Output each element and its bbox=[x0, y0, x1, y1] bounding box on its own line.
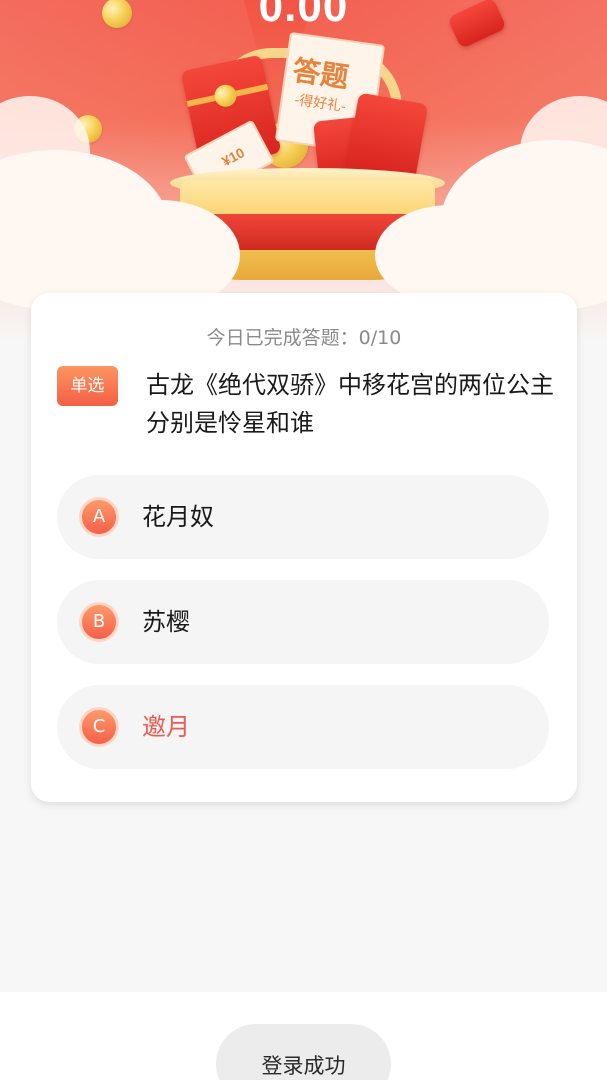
option-text: 苏樱 bbox=[142, 608, 190, 636]
question-text: 古龙《绝代双骄》中移花宫的两位公主分别是怜星和谁 bbox=[146, 371, 554, 437]
daily-progress: 今日已完成答题：0/10 bbox=[206, 327, 402, 349]
option-letter: A bbox=[79, 497, 119, 537]
option-b[interactable]: B 苏樱 bbox=[57, 580, 549, 664]
quiz-card: 今日已完成答题：0/10 单选 古龙《绝代双骄》中移花宫的两位公主分别是怜星和谁… bbox=[31, 293, 577, 802]
question-type-badge: 单选 bbox=[57, 366, 118, 406]
coupon-value: ¥10 bbox=[219, 144, 248, 170]
option-a[interactable]: A 花月奴 bbox=[57, 475, 549, 559]
login-success-toast: 登录成功 bbox=[216, 1024, 391, 1080]
cloud bbox=[375, 205, 525, 305]
balance-amount: 0.00 bbox=[258, 0, 349, 31]
option-text: 邀月 bbox=[142, 713, 190, 741]
option-c[interactable]: C 邀月 bbox=[57, 685, 549, 769]
option-letter: B bbox=[79, 602, 119, 642]
option-text: 花月奴 bbox=[142, 503, 214, 531]
option-letter: C bbox=[79, 707, 119, 747]
coin-icon bbox=[212, 82, 239, 109]
reward-banner: 答题 -得好礼- ¥10 0.00 bbox=[0, 0, 607, 340]
